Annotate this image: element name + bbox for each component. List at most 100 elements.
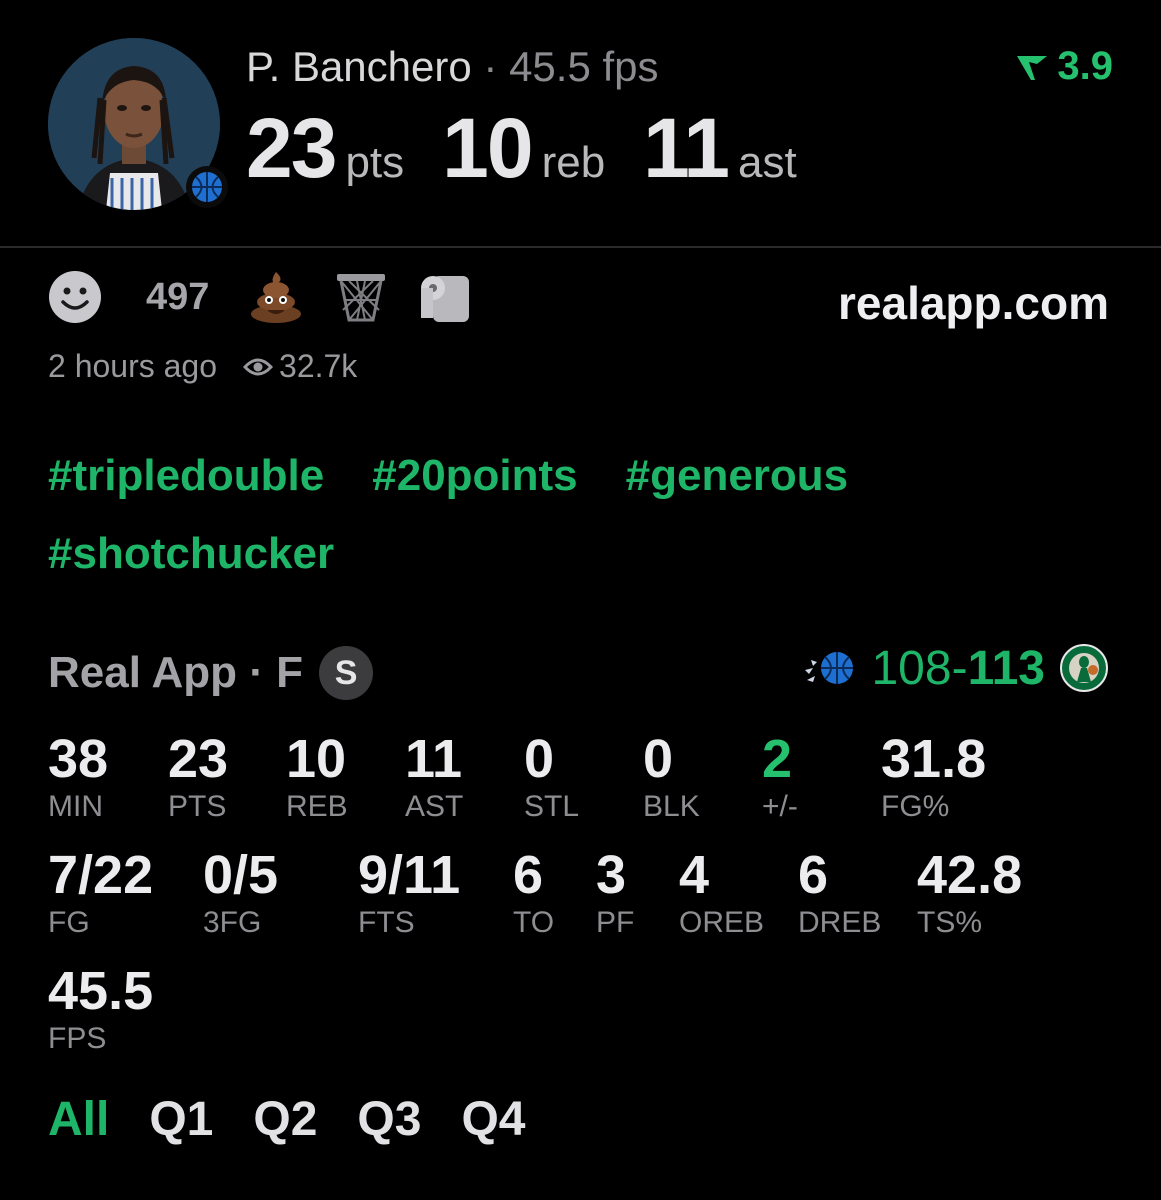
headline-stat-value: 10 [442, 101, 533, 195]
stat-value: 0 [524, 729, 555, 789]
game-source-label: Real App · F [48, 648, 304, 697]
view-count: 32.7k [243, 348, 357, 385]
real-logo-icon [1017, 55, 1048, 80]
headline-stat-unit: ast [737, 138, 797, 187]
tab-q1[interactable]: Q1 [149, 1092, 213, 1147]
stat-value: 23 [168, 729, 229, 789]
stat-label: 3FG [203, 906, 262, 939]
stat-value: 45.5 [48, 961, 154, 1021]
stat-fts: 9/11 FTS [358, 846, 460, 940]
headline-stat-value: 11 [643, 101, 730, 195]
stat-oreb: 4 OREB [679, 846, 764, 940]
view-count-value: 32.7k [279, 348, 358, 384]
timestamp: 2 hours ago [48, 348, 218, 384]
stat-3fg: 0/5 3FG [203, 846, 278, 940]
stat-pts: 23 PTS [168, 730, 228, 824]
away-score: 113 [967, 641, 1045, 695]
stat-value: 6 [798, 845, 829, 905]
stat-stl: 0 STL [524, 730, 579, 824]
stat-blk: 0 BLK [643, 730, 700, 824]
stat-value: 9/11 [358, 845, 461, 905]
stat-value: 11 [405, 729, 463, 789]
tab-all[interactable]: All [48, 1092, 109, 1147]
stat-plus-minus: 2 +/- [762, 730, 798, 824]
stat-value: 0/5 [203, 845, 279, 905]
stat-fg: 7/22 FG [48, 846, 153, 940]
stat-label: BLK [643, 790, 700, 823]
rating[interactable]: 3.9 [1015, 44, 1113, 89]
hashtag[interactable]: #shotchucker [48, 526, 334, 582]
stat-min: 38 MIN [48, 730, 108, 824]
player-fps: 45.5 fps [509, 43, 659, 90]
headline-stat-unit: pts [345, 138, 405, 187]
celtics-logo-icon [1060, 644, 1108, 692]
game-score[interactable]: 108-113 [803, 640, 1109, 696]
stat-value: 38 [48, 729, 109, 789]
stat-label: PTS [168, 790, 227, 823]
stat-label: STL [524, 790, 580, 823]
headline-stats: 23 pts 10 reb 11 ast [246, 100, 835, 197]
rating-value: 3.9 [1057, 44, 1113, 88]
stat-to: 6 TO [513, 846, 554, 940]
stat-value: 31.8 [881, 729, 987, 789]
tab-q2[interactable]: Q2 [253, 1092, 317, 1147]
headline-stat-unit: reb [541, 138, 606, 187]
stat-label: FTS [358, 906, 415, 939]
magic-logo-icon [805, 652, 854, 684]
stat-value: 10 [286, 729, 347, 789]
stat-label: FPS [48, 1022, 107, 1055]
stat-label: DREB [798, 906, 882, 939]
tab-q3[interactable]: Q3 [357, 1092, 421, 1147]
basketball-net-icon[interactable] [335, 270, 387, 324]
team-logo-icon [186, 166, 228, 208]
separator: · [483, 43, 498, 90]
stat-label: MIN [48, 790, 103, 823]
stat-label: OREB [679, 906, 765, 939]
poop-icon[interactable] [249, 270, 303, 324]
score-text: 108-113 [871, 641, 1045, 696]
eye-icon [243, 358, 274, 375]
score-dash: - [951, 641, 968, 695]
stat-label: FG% [881, 790, 950, 823]
smile-icon[interactable] [48, 270, 102, 324]
stat-value: 0 [643, 729, 674, 789]
stat-label: TS% [917, 906, 983, 939]
stat-label: PF [596, 906, 635, 939]
reaction-bar: 497 [48, 270, 505, 324]
quarter-tabs: All Q1 Q2 Q3 Q4 [48, 1092, 525, 1147]
hashtag[interactable]: #generous [626, 448, 849, 504]
toilet-paper-icon[interactable] [419, 270, 473, 324]
stat-label: +/- [762, 790, 798, 823]
stat-value: 2 [762, 729, 793, 789]
stat-dreb: 6 DREB [798, 846, 881, 940]
stat-value: 42.8 [917, 845, 1023, 905]
stat-pf: 3 PF [596, 846, 634, 940]
post-meta: 2 hours ago 32.7k [48, 348, 357, 385]
stat-fg-pct: 31.8 FG% [881, 730, 986, 824]
stat-value: 7/22 [48, 845, 154, 905]
headline-stat-value: 23 [246, 101, 337, 195]
hashtag[interactable]: #20points [372, 448, 577, 504]
stat-ast: 11 AST [405, 730, 463, 824]
player-name[interactable]: P. Banchero [246, 43, 472, 90]
stat-fps: 45.5 FPS [48, 962, 153, 1056]
home-score: 108 [871, 641, 952, 695]
stat-value: 4 [679, 845, 710, 905]
stat-label: REB [286, 790, 348, 823]
stat-label: FG [48, 906, 90, 939]
stat-ts-pct: 42.8 TS% [917, 846, 1022, 940]
reaction-count: 497 [146, 275, 210, 318]
player-header: P. Banchero · 45.5 fps 3.9 23 pts 10 reb… [0, 0, 1161, 248]
player-title: P. Banchero · 45.5 fps [246, 42, 659, 92]
hashtag-list: #tripledouble #20points #generous #shotc… [48, 448, 1048, 582]
starter-badge: S [319, 646, 374, 700]
stat-value: 6 [513, 845, 544, 905]
stat-reb: 10 REB [286, 730, 348, 824]
stat-value: 3 [596, 845, 627, 905]
tab-q4[interactable]: Q4 [461, 1092, 525, 1147]
game-source: Real App · F S [48, 646, 374, 700]
stat-label: TO [513, 906, 555, 939]
stat-label: AST [405, 790, 464, 823]
hashtag[interactable]: #tripledouble [48, 448, 324, 504]
site-link[interactable]: realapp.com [838, 276, 1109, 330]
